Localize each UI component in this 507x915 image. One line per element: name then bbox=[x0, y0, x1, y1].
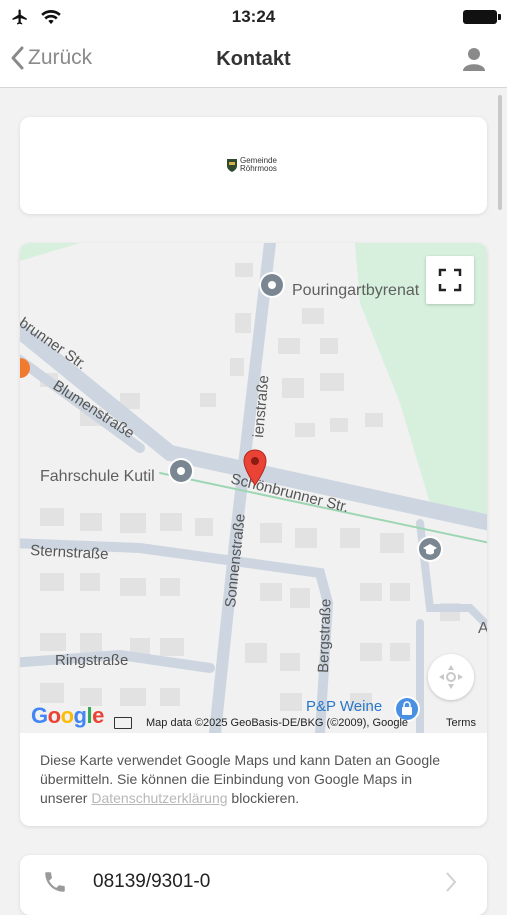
privacy-policy-link[interactable]: Datenschutzerklärung bbox=[91, 790, 227, 806]
street-label-sonnen-top: ienstraße bbox=[250, 375, 272, 439]
street-label-sonnen: Sonnenstraße bbox=[222, 513, 249, 608]
terms-link[interactable]: Terms bbox=[446, 717, 476, 729]
fullscreen-button[interactable] bbox=[426, 256, 474, 304]
street-label-berg: Bergstraße bbox=[315, 598, 335, 673]
map-privacy-note: Diese Karte verwendet Google Maps und ka… bbox=[40, 751, 460, 808]
google-map[interactable]: brunner Str. Blumenstraße Schönbrunner S… bbox=[20, 243, 487, 733]
page-title: Kontakt bbox=[216, 48, 291, 70]
user-icon bbox=[463, 48, 485, 71]
profile-button[interactable] bbox=[461, 46, 487, 72]
poi-marker-pouring[interactable] bbox=[258, 271, 286, 303]
coat-of-arms-icon bbox=[227, 158, 237, 172]
fullscreen-icon bbox=[438, 268, 462, 292]
logo-card: Gemeinde Röhrmoos bbox=[20, 117, 487, 214]
poi-label-fahrschule: Fahrschule Kutil bbox=[40, 468, 155, 485]
poi-label-pp: P&P Weine bbox=[306, 698, 382, 715]
poi-marker-fahrschule[interactable] bbox=[167, 457, 195, 489]
map-note-end: blockieren. bbox=[227, 790, 300, 806]
poi-label-pouring: Pouringartbyrenat bbox=[292, 282, 420, 299]
phone-number: 08139/9301-0 bbox=[93, 871, 211, 892]
map-card: brunner Str. Blumenstraße Schönbrunner S… bbox=[20, 243, 487, 826]
map-attribution: Map data ©2025 GeoBasis-DE/BKG (©2009), … bbox=[146, 717, 409, 729]
street-label-ring: Ringstraße bbox=[55, 652, 128, 669]
status-bar: 13:24 bbox=[0, 0, 507, 34]
nav-bar: Zurück Kontakt bbox=[0, 34, 507, 88]
google-logo[interactable]: Google bbox=[31, 703, 104, 729]
battery-icon bbox=[463, 10, 501, 24]
keyboard-shortcuts-icon[interactable] bbox=[114, 717, 132, 729]
street-label-blumen: Blumenstraße bbox=[50, 377, 138, 442]
scrollbar[interactable] bbox=[498, 95, 502, 210]
street-label-schoenbrunner-left: brunner Str. bbox=[20, 314, 90, 373]
logo-line2: Röhrmoos bbox=[240, 164, 277, 173]
municipality-logo: Gemeinde Röhrmoos bbox=[226, 157, 277, 173]
chevron-right-icon bbox=[446, 872, 457, 892]
school-icon[interactable] bbox=[416, 535, 444, 563]
map-labels: brunner Str. Blumenstraße Schönbrunner S… bbox=[20, 282, 487, 715]
phone-row[interactable]: 08139/9301-0 bbox=[20, 855, 487, 915]
map-navigation-control[interactable] bbox=[428, 654, 474, 700]
street-label-stern: Sternstraße bbox=[30, 542, 109, 563]
status-time: 13:24 bbox=[231, 7, 276, 26]
poi-label-edge-a: A bbox=[478, 620, 487, 637]
location-pin-icon[interactable] bbox=[243, 449, 267, 487]
phone-icon bbox=[45, 872, 65, 892]
compass-icon bbox=[439, 665, 463, 689]
